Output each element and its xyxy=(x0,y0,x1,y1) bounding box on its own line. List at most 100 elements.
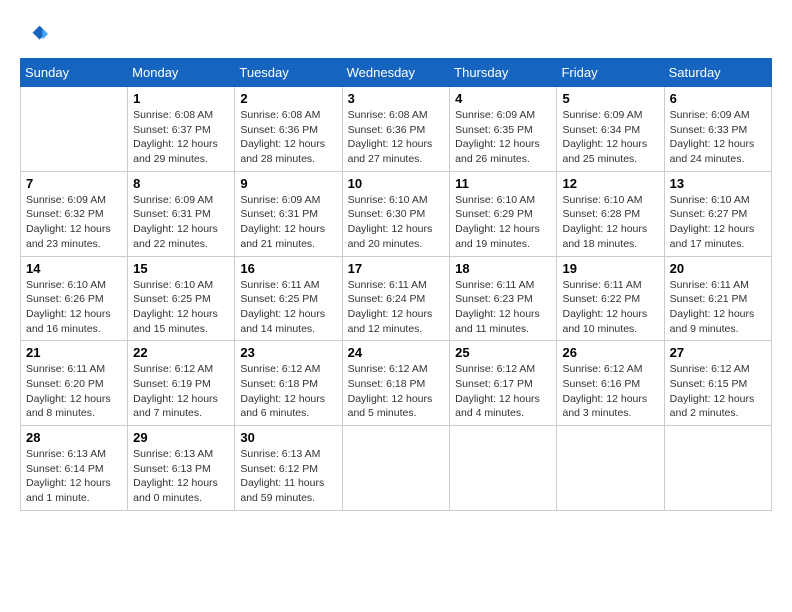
day-number: 28 xyxy=(26,430,122,445)
day-info: Sunrise: 6:12 AMSunset: 6:17 PMDaylight:… xyxy=(455,362,551,421)
day-number: 21 xyxy=(26,345,122,360)
day-number: 3 xyxy=(348,91,445,106)
calendar-cell xyxy=(342,426,450,511)
day-number: 5 xyxy=(562,91,658,106)
day-info: Sunrise: 6:10 AMSunset: 6:25 PMDaylight:… xyxy=(133,278,229,337)
day-header-monday: Monday xyxy=(128,59,235,87)
day-info: Sunrise: 6:10 AMSunset: 6:29 PMDaylight:… xyxy=(455,193,551,252)
day-info: Sunrise: 6:12 AMSunset: 6:16 PMDaylight:… xyxy=(562,362,658,421)
calendar-cell: 28 Sunrise: 6:13 AMSunset: 6:14 PMDayligh… xyxy=(21,426,128,511)
calendar-cell: 8 Sunrise: 6:09 AMSunset: 6:31 PMDaylight… xyxy=(128,171,235,256)
day-info: Sunrise: 6:09 AMSunset: 6:33 PMDaylight:… xyxy=(670,108,766,167)
calendar-cell: 4 Sunrise: 6:09 AMSunset: 6:35 PMDaylight… xyxy=(450,87,557,172)
day-info: Sunrise: 6:11 AMSunset: 6:20 PMDaylight:… xyxy=(26,362,122,421)
day-number: 26 xyxy=(562,345,658,360)
day-number: 8 xyxy=(133,176,229,191)
calendar-cell: 15Sunrise: 6:10 AMSunset: 6:25 PMDayligh… xyxy=(128,256,235,341)
calendar-cell: 27 Sunrise: 6:12 AMSunset: 6:15 PMDayligh… xyxy=(664,341,771,426)
day-number: 18 xyxy=(455,261,551,276)
calendar-cell: 14Sunrise: 6:10 AMSunset: 6:26 PMDayligh… xyxy=(21,256,128,341)
day-info: Sunrise: 6:12 AMSunset: 6:15 PMDaylight:… xyxy=(670,362,766,421)
calendar-cell: 16 Sunrise: 6:11 AMSunset: 6:25 PMDayligh… xyxy=(235,256,342,341)
week-row-0: 1 Sunrise: 6:08 AMSunset: 6:37 PMDaylight… xyxy=(21,87,772,172)
calendar-cell: 29 Sunrise: 6:13 AMSunset: 6:13 PMDayligh… xyxy=(128,426,235,511)
day-info: Sunrise: 6:09 AMSunset: 6:31 PMDaylight:… xyxy=(133,193,229,252)
week-row-1: 7Sunrise: 6:09 AMSunset: 6:32 PMDaylight… xyxy=(21,171,772,256)
day-info: Sunrise: 6:11 AMSunset: 6:23 PMDaylight:… xyxy=(455,278,551,337)
day-header-saturday: Saturday xyxy=(664,59,771,87)
day-number: 1 xyxy=(133,91,229,106)
day-number: 2 xyxy=(240,91,336,106)
calendar-cell: 1 Sunrise: 6:08 AMSunset: 6:37 PMDaylight… xyxy=(128,87,235,172)
day-info: Sunrise: 6:09 AMSunset: 6:32 PMDaylight:… xyxy=(26,193,122,252)
day-number: 22 xyxy=(133,345,229,360)
calendar-cell: 25 Sunrise: 6:12 AMSunset: 6:17 PMDayligh… xyxy=(450,341,557,426)
calendar-cell: 6 Sunrise: 6:09 AMSunset: 6:33 PMDaylight… xyxy=(664,87,771,172)
calendar-cell: 19 Sunrise: 6:11 AMSunset: 6:22 PMDayligh… xyxy=(557,256,664,341)
day-number: 25 xyxy=(455,345,551,360)
day-number: 11 xyxy=(455,176,551,191)
calendar-cell: 2 Sunrise: 6:08 AMSunset: 6:36 PMDaylight… xyxy=(235,87,342,172)
day-info: Sunrise: 6:13 AMSunset: 6:13 PMDaylight:… xyxy=(133,447,229,506)
calendar-cell: 22 Sunrise: 6:12 AMSunset: 6:19 PMDayligh… xyxy=(128,341,235,426)
day-number: 20 xyxy=(670,261,766,276)
day-info: Sunrise: 6:08 AMSunset: 6:36 PMDaylight:… xyxy=(240,108,336,167)
calendar-cell: 10Sunrise: 6:10 AMSunset: 6:30 PMDayligh… xyxy=(342,171,450,256)
day-info: Sunrise: 6:13 AMSunset: 6:14 PMDaylight:… xyxy=(26,447,122,506)
day-header-sunday: Sunday xyxy=(21,59,128,87)
day-info: Sunrise: 6:08 AMSunset: 6:36 PMDaylight:… xyxy=(348,108,445,167)
day-info: Sunrise: 6:13 AMSunset: 6:12 PMDaylight:… xyxy=(240,447,336,506)
day-number: 19 xyxy=(562,261,658,276)
day-info: Sunrise: 6:11 AMSunset: 6:21 PMDaylight:… xyxy=(670,278,766,337)
calendar-cell: 21 Sunrise: 6:11 AMSunset: 6:20 PMDayligh… xyxy=(21,341,128,426)
page-header xyxy=(20,20,772,48)
calendar-cell: 26 Sunrise: 6:12 AMSunset: 6:16 PMDayligh… xyxy=(557,341,664,426)
day-number: 14 xyxy=(26,261,122,276)
calendar-cell: 3 Sunrise: 6:08 AMSunset: 6:36 PMDaylight… xyxy=(342,87,450,172)
calendar-cell: 11 Sunrise: 6:10 AMSunset: 6:29 PMDayligh… xyxy=(450,171,557,256)
calendar-cell: 17Sunrise: 6:11 AMSunset: 6:24 PMDayligh… xyxy=(342,256,450,341)
day-number: 24 xyxy=(348,345,445,360)
calendar-table: SundayMondayTuesdayWednesdayThursdayFrid… xyxy=(20,58,772,511)
calendar-cell: 9Sunrise: 6:09 AMSunset: 6:31 PMDaylight… xyxy=(235,171,342,256)
day-info: Sunrise: 6:12 AMSunset: 6:19 PMDaylight:… xyxy=(133,362,229,421)
day-number: 13 xyxy=(670,176,766,191)
day-number: 4 xyxy=(455,91,551,106)
day-info: Sunrise: 6:09 AMSunset: 6:35 PMDaylight:… xyxy=(455,108,551,167)
day-info: Sunrise: 6:12 AMSunset: 6:18 PMDaylight:… xyxy=(348,362,445,421)
week-row-4: 28 Sunrise: 6:13 AMSunset: 6:14 PMDayligh… xyxy=(21,426,772,511)
day-number: 27 xyxy=(670,345,766,360)
calendar-cell xyxy=(450,426,557,511)
day-info: Sunrise: 6:11 AMSunset: 6:24 PMDaylight:… xyxy=(348,278,445,337)
day-header-friday: Friday xyxy=(557,59,664,87)
calendar-cell: 23 Sunrise: 6:12 AMSunset: 6:18 PMDayligh… xyxy=(235,341,342,426)
day-info: Sunrise: 6:12 AMSunset: 6:18 PMDaylight:… xyxy=(240,362,336,421)
day-number: 16 xyxy=(240,261,336,276)
calendar-cell: 20 Sunrise: 6:11 AMSunset: 6:21 PMDayligh… xyxy=(664,256,771,341)
day-info: Sunrise: 6:08 AMSunset: 6:37 PMDaylight:… xyxy=(133,108,229,167)
day-info: Sunrise: 6:10 AMSunset: 6:30 PMDaylight:… xyxy=(348,193,445,252)
calendar-cell: 12Sunrise: 6:10 AMSunset: 6:28 PMDayligh… xyxy=(557,171,664,256)
day-number: 12 xyxy=(562,176,658,191)
logo xyxy=(20,20,52,48)
calendar-cell: 30Sunrise: 6:13 AMSunset: 6:12 PMDayligh… xyxy=(235,426,342,511)
header-row: SundayMondayTuesdayWednesdayThursdayFrid… xyxy=(21,59,772,87)
day-header-tuesday: Tuesday xyxy=(235,59,342,87)
day-number: 29 xyxy=(133,430,229,445)
logo-icon xyxy=(20,20,48,48)
day-header-thursday: Thursday xyxy=(450,59,557,87)
calendar-cell xyxy=(21,87,128,172)
day-number: 23 xyxy=(240,345,336,360)
calendar-cell: 18 Sunrise: 6:11 AMSunset: 6:23 PMDayligh… xyxy=(450,256,557,341)
day-info: Sunrise: 6:10 AMSunset: 6:27 PMDaylight:… xyxy=(670,193,766,252)
day-number: 6 xyxy=(670,91,766,106)
day-header-wednesday: Wednesday xyxy=(342,59,450,87)
calendar-cell: 5 Sunrise: 6:09 AMSunset: 6:34 PMDaylight… xyxy=(557,87,664,172)
day-info: Sunrise: 6:11 AMSunset: 6:25 PMDaylight:… xyxy=(240,278,336,337)
week-row-2: 14Sunrise: 6:10 AMSunset: 6:26 PMDayligh… xyxy=(21,256,772,341)
week-row-3: 21 Sunrise: 6:11 AMSunset: 6:20 PMDayligh… xyxy=(21,341,772,426)
calendar-cell xyxy=(557,426,664,511)
day-info: Sunrise: 6:09 AMSunset: 6:31 PMDaylight:… xyxy=(240,193,336,252)
day-info: Sunrise: 6:09 AMSunset: 6:34 PMDaylight:… xyxy=(562,108,658,167)
day-info: Sunrise: 6:11 AMSunset: 6:22 PMDaylight:… xyxy=(562,278,658,337)
